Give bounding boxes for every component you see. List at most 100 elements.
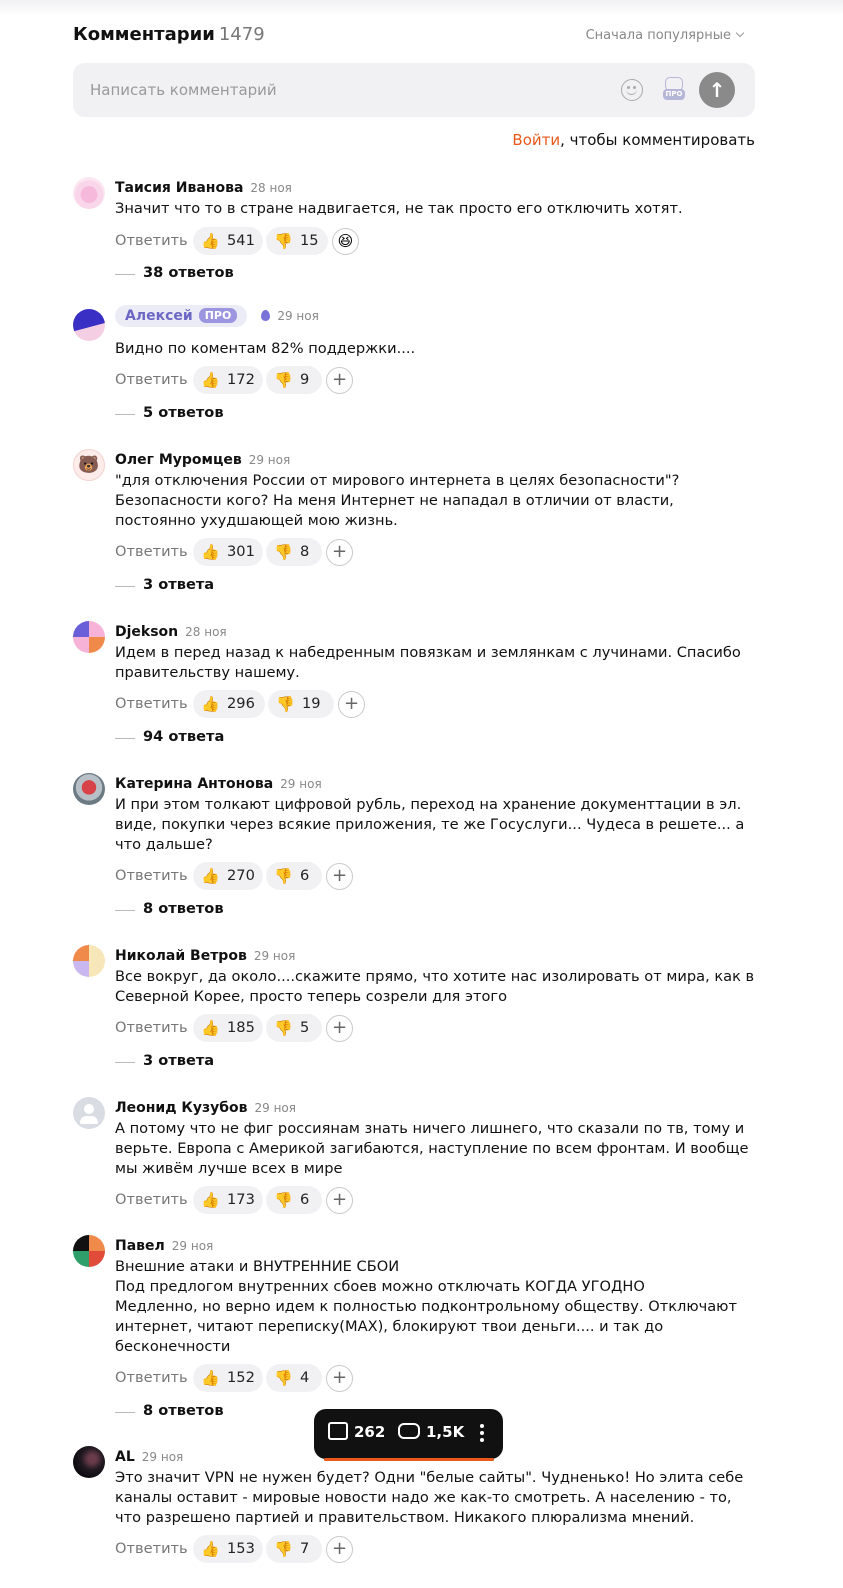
- comment-date: 29 ноя: [277, 309, 319, 323]
- add-reaction-button[interactable]: +: [326, 1187, 353, 1214]
- dislike-button[interactable]: 👍 19: [268, 690, 334, 718]
- reply-button[interactable]: Ответить: [115, 1191, 188, 1208]
- thumbs-up-icon: 👍: [201, 543, 220, 561]
- sort-dropdown[interactable]: Сначала популярные: [586, 28, 745, 43]
- avatar[interactable]: [73, 1097, 105, 1129]
- like-button[interactable]: 👍 185: [193, 1014, 263, 1042]
- avatar[interactable]: 🐻: [73, 449, 105, 481]
- avatar[interactable]: [73, 1235, 105, 1267]
- author-name[interactable]: AL: [115, 1449, 135, 1465]
- like-button[interactable]: 👍 172: [193, 366, 263, 394]
- add-reaction-button[interactable]: +: [326, 367, 353, 394]
- like-button[interactable]: 👍 270: [193, 862, 263, 890]
- dislike-button[interactable]: 👍 9: [266, 366, 322, 394]
- thumbs-up-icon: 👍: [201, 867, 220, 885]
- reply-button[interactable]: Ответить: [115, 1019, 188, 1036]
- avatar[interactable]: [73, 309, 105, 341]
- replies-line: [115, 738, 135, 739]
- login-prompt-text: , чтобы комментировать: [560, 131, 755, 149]
- dislike-button[interactable]: 👍 7: [266, 1535, 322, 1563]
- thumbs-down-icon: 👍: [276, 695, 295, 713]
- article-comments-count: 1,5K: [426, 1423, 465, 1441]
- dislike-button[interactable]: 👍 8: [266, 538, 322, 566]
- comment-meta: Алексей ПРО 29 ноя: [115, 305, 319, 329]
- avatar[interactable]: [73, 621, 105, 653]
- more-vertical-icon[interactable]: [479, 1424, 485, 1444]
- author-name[interactable]: Djekson: [115, 624, 178, 640]
- comments-count: 1479: [218, 24, 265, 45]
- author-name[interactable]: Олег Муромцев: [115, 452, 242, 468]
- reply-button[interactable]: Ответить: [115, 695, 188, 712]
- author-name[interactable]: Леонид Кузубов: [115, 1100, 248, 1116]
- pro-camera-icon[interactable]: ПРО: [663, 77, 685, 101]
- thumbs-down-icon: 👍: [274, 371, 293, 389]
- replies-count: 5 ответов: [143, 404, 224, 421]
- comment-meta: Павел 29 ноя: [115, 1235, 213, 1255]
- thumbs-down-icon: 👍: [274, 867, 293, 885]
- login-link[interactable]: Войти: [512, 131, 560, 149]
- laughing-emoji-reaction-icon[interactable]: 😆: [332, 228, 359, 255]
- author-name[interactable]: Павел: [115, 1238, 165, 1254]
- top-fade: [0, 0, 843, 16]
- dislike-count: 19: [302, 695, 321, 712]
- like-button[interactable]: 👍 301: [193, 538, 263, 566]
- author-name[interactable]: Николай Ветров: [115, 948, 247, 964]
- comment-date: 29 ноя: [141, 1450, 184, 1464]
- dislike-button[interactable]: 👍 6: [266, 1186, 322, 1214]
- comment-input[interactable]: Написать комментарий ПРО ↑: [73, 63, 755, 117]
- avatar[interactable]: [73, 945, 105, 977]
- dislike-count: 9: [300, 371, 310, 388]
- dislike-button[interactable]: 👍 4: [266, 1364, 322, 1392]
- like-button[interactable]: 👍 541: [193, 227, 263, 255]
- reply-button[interactable]: Ответить: [115, 1540, 188, 1557]
- thumbs-down-icon: 👍: [274, 1191, 293, 1209]
- dislike-count: 5: [300, 1019, 310, 1036]
- emoji-icon[interactable]: [621, 79, 643, 101]
- comment-text: Видно по коментам 82% поддержки....: [115, 340, 416, 357]
- avatar[interactable]: [73, 177, 105, 209]
- dislike-button[interactable]: 👍 6: [266, 862, 322, 890]
- comment-text: Идем в перед назад к набедренным повязка…: [115, 644, 741, 681]
- thumbs-up-icon: 👍: [201, 1369, 220, 1387]
- author-name[interactable]: Алексей ПРО: [115, 305, 248, 327]
- article-like-button[interactable]: 262: [328, 1421, 385, 1442]
- avatar[interactable]: [73, 773, 105, 805]
- avatar[interactable]: [73, 1446, 105, 1478]
- dislike-count: 6: [300, 867, 310, 884]
- replies-line: [115, 910, 135, 911]
- add-reaction-button[interactable]: +: [338, 691, 365, 718]
- author-name[interactable]: Катерина Антонова: [115, 776, 273, 792]
- replies-count: 3 ответа: [143, 1052, 215, 1069]
- comment-meta: Олег Муромцев 29 ноя: [115, 449, 290, 469]
- replies-line: [115, 274, 135, 275]
- like-button[interactable]: 👍 296: [193, 690, 265, 718]
- dislike-button[interactable]: 👍 15: [266, 227, 328, 255]
- dislike-button[interactable]: 👍 5: [266, 1014, 322, 1042]
- add-reaction-button[interactable]: +: [326, 1536, 353, 1563]
- comment-date: 29 ноя: [254, 1101, 297, 1115]
- send-button[interactable]: ↑: [699, 72, 735, 108]
- comment-meta: AL 29 ноя: [115, 1446, 183, 1466]
- like-count: 270: [227, 867, 255, 884]
- dislike-count: 7: [300, 1540, 310, 1557]
- reply-button[interactable]: Ответить: [115, 232, 188, 249]
- reply-button[interactable]: Ответить: [115, 371, 188, 388]
- author-name[interactable]: Таисия Иванова: [115, 180, 243, 196]
- progress-underline: [324, 1458, 494, 1461]
- add-reaction-button[interactable]: +: [326, 863, 353, 890]
- like-button[interactable]: 👍 152: [193, 1364, 263, 1392]
- add-reaction-button[interactable]: +: [326, 1365, 353, 1392]
- comment-text: Это значит VPN не нужен будет? Одни "бел…: [115, 1469, 744, 1526]
- article-comments-button[interactable]: 1,5K: [398, 1422, 465, 1441]
- add-reaction-button[interactable]: +: [326, 1015, 353, 1042]
- thumbs-down-icon: 👍: [274, 543, 293, 561]
- add-reaction-button[interactable]: +: [326, 539, 353, 566]
- thumbs-up-outline-icon: [328, 1421, 348, 1440]
- reply-button[interactable]: Ответить: [115, 1369, 188, 1386]
- reply-button[interactable]: Ответить: [115, 543, 188, 560]
- like-button[interactable]: 👍 173: [193, 1186, 263, 1214]
- like-button[interactable]: 👍 153: [193, 1535, 263, 1563]
- reply-button[interactable]: Ответить: [115, 867, 188, 884]
- dislike-count: 4: [300, 1369, 310, 1386]
- dislike-count: 15: [300, 232, 319, 249]
